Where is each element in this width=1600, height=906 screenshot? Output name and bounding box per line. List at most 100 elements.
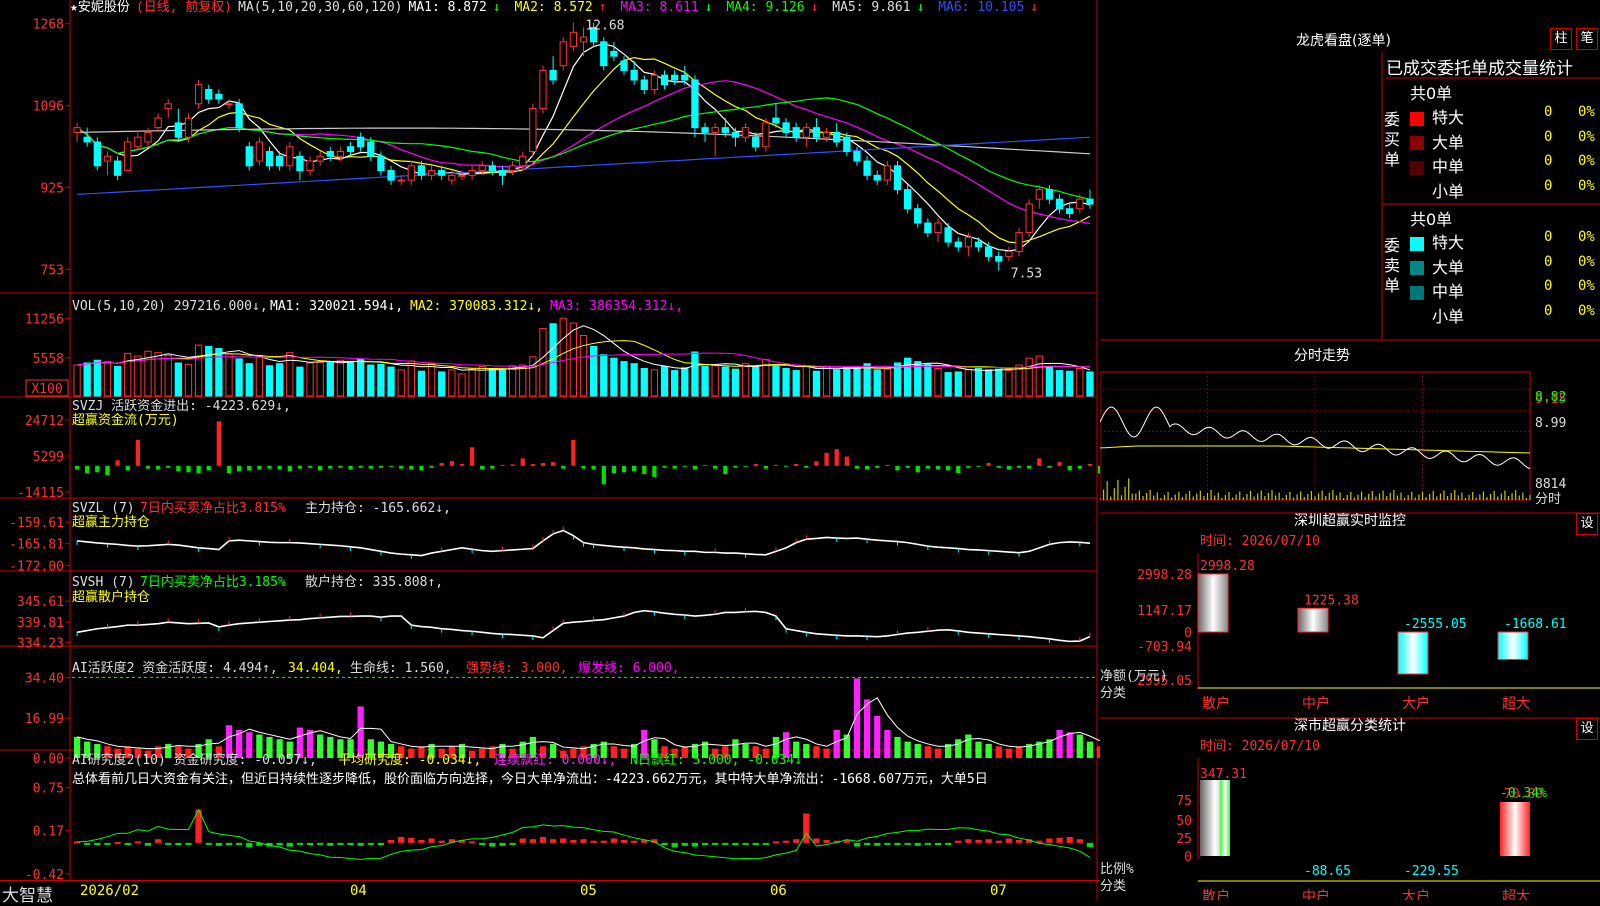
volume-bar (498, 370, 507, 397)
volume-bar (346, 361, 355, 397)
volume-bar (184, 363, 193, 397)
candle (802, 127, 810, 138)
research-bar (205, 842, 212, 845)
volume-bar (438, 371, 446, 397)
money-flow-bar (429, 465, 434, 468)
money-flow-bar (307, 465, 313, 468)
volume-bar (205, 345, 213, 397)
money-flow-bar (297, 465, 303, 469)
research-avg: 平均研究度: -0.034↓, (338, 752, 481, 768)
monitor-value-label: 2998.28 (1200, 559, 1255, 574)
candle (397, 179, 405, 182)
y-tick-label: 339.81 (17, 616, 64, 631)
monitor-xlabel: 分类 (1100, 879, 1126, 894)
volume-bar (671, 370, 679, 397)
money-flow-bar (247, 465, 252, 471)
research-bar (104, 842, 111, 845)
money-flow-bar (925, 465, 931, 469)
main-holding-value: 主力持仓: -165.662↓, (305, 501, 451, 516)
candle (620, 60, 628, 71)
volume-bar (934, 367, 942, 397)
money-flow-bar (419, 465, 424, 471)
research-bar (549, 839, 557, 843)
money-flow-bar (115, 460, 120, 466)
ma-line-6 (77, 136, 1090, 195)
monitor-y-tick: -703.94 (1137, 640, 1192, 655)
money-flow-bar (935, 465, 941, 470)
volume-bar (124, 352, 132, 397)
activity-bar (1086, 741, 1094, 758)
chart-area[interactable]: 1268 1096 925 753 12.68 7.53 VOL(5,10,20) 2972… (0, 0, 1100, 900)
candle (681, 74, 689, 81)
monitor-category: 大户 (1402, 888, 1430, 900)
volume-bar (863, 363, 871, 397)
volume-bar (650, 369, 659, 397)
money-flow-bar (1057, 462, 1062, 466)
activity-bar (975, 741, 982, 758)
volume-bar (974, 367, 983, 397)
candle (144, 131, 152, 143)
volume-bar (731, 368, 740, 397)
candle (113, 160, 122, 176)
research-bar (94, 842, 101, 846)
candle (316, 155, 324, 162)
money-flow-bar (166, 465, 171, 468)
candle (822, 131, 831, 138)
volume-bar (519, 364, 527, 397)
volume-bar (772, 365, 780, 397)
volume-bar (174, 362, 182, 397)
candle (387, 170, 395, 181)
money-flow-bar (216, 421, 222, 466)
research-bar (955, 840, 962, 843)
research-bar (944, 842, 952, 845)
volume-bar (306, 362, 314, 397)
candle (438, 170, 446, 176)
money-flow-bar (490, 465, 495, 469)
candle (741, 127, 750, 138)
intraday-vol-label: 8814 (1535, 477, 1566, 492)
activity-bar (863, 699, 871, 758)
money-flow-bar (864, 465, 870, 470)
volume-bar (579, 334, 588, 397)
money-flow-bar (1037, 458, 1042, 466)
volume-bar (995, 368, 1003, 397)
monitor-ylabel: 净额(万元) (1100, 669, 1168, 684)
monitor-y-tick: 75 (1176, 794, 1192, 809)
research-line (77, 808, 1091, 860)
y-tick-label: -14115 (17, 486, 64, 501)
research-bar (1056, 837, 1063, 843)
research-bar (752, 842, 759, 846)
activity-bar (955, 739, 962, 758)
research-bar (995, 840, 1002, 843)
money-flow-bar (318, 465, 323, 471)
money-flow-subtitle: 超赢资金流(万元) (72, 412, 179, 428)
research-bar (306, 842, 314, 846)
money-flow-bar (571, 439, 576, 466)
money-flow-bar (601, 465, 606, 485)
money-flow-bar (510, 464, 515, 466)
candle (367, 141, 375, 157)
research-bar (884, 842, 891, 845)
research-bar (539, 836, 547, 843)
monitor-ylabel: 比例% (1100, 862, 1134, 877)
money-flow-bar (642, 465, 647, 475)
volume-bar (357, 359, 365, 397)
money-flow-bar (915, 465, 920, 473)
monitor-time: 时间: 2026/07/10 (1200, 739, 1320, 754)
candle (184, 117, 193, 138)
candle (539, 69, 547, 110)
candle (83, 136, 91, 143)
volume-bar (600, 354, 608, 397)
research-bar (357, 842, 364, 846)
research-bar (691, 842, 699, 847)
volume-bar (822, 365, 831, 397)
money-flow-bar (824, 452, 829, 466)
money-flow-bar (399, 465, 404, 469)
money-flow-bar (469, 447, 475, 466)
candle (498, 170, 507, 176)
volume-bar (620, 361, 628, 397)
side-charts: 分时走势9.158.998.828814分时深圳超赢实时监控时间: 2026/0… (1100, 52, 1600, 900)
monitor-y-tick: 25 (1176, 832, 1192, 847)
research-bar (934, 842, 942, 846)
money-flow-bar (733, 465, 738, 468)
